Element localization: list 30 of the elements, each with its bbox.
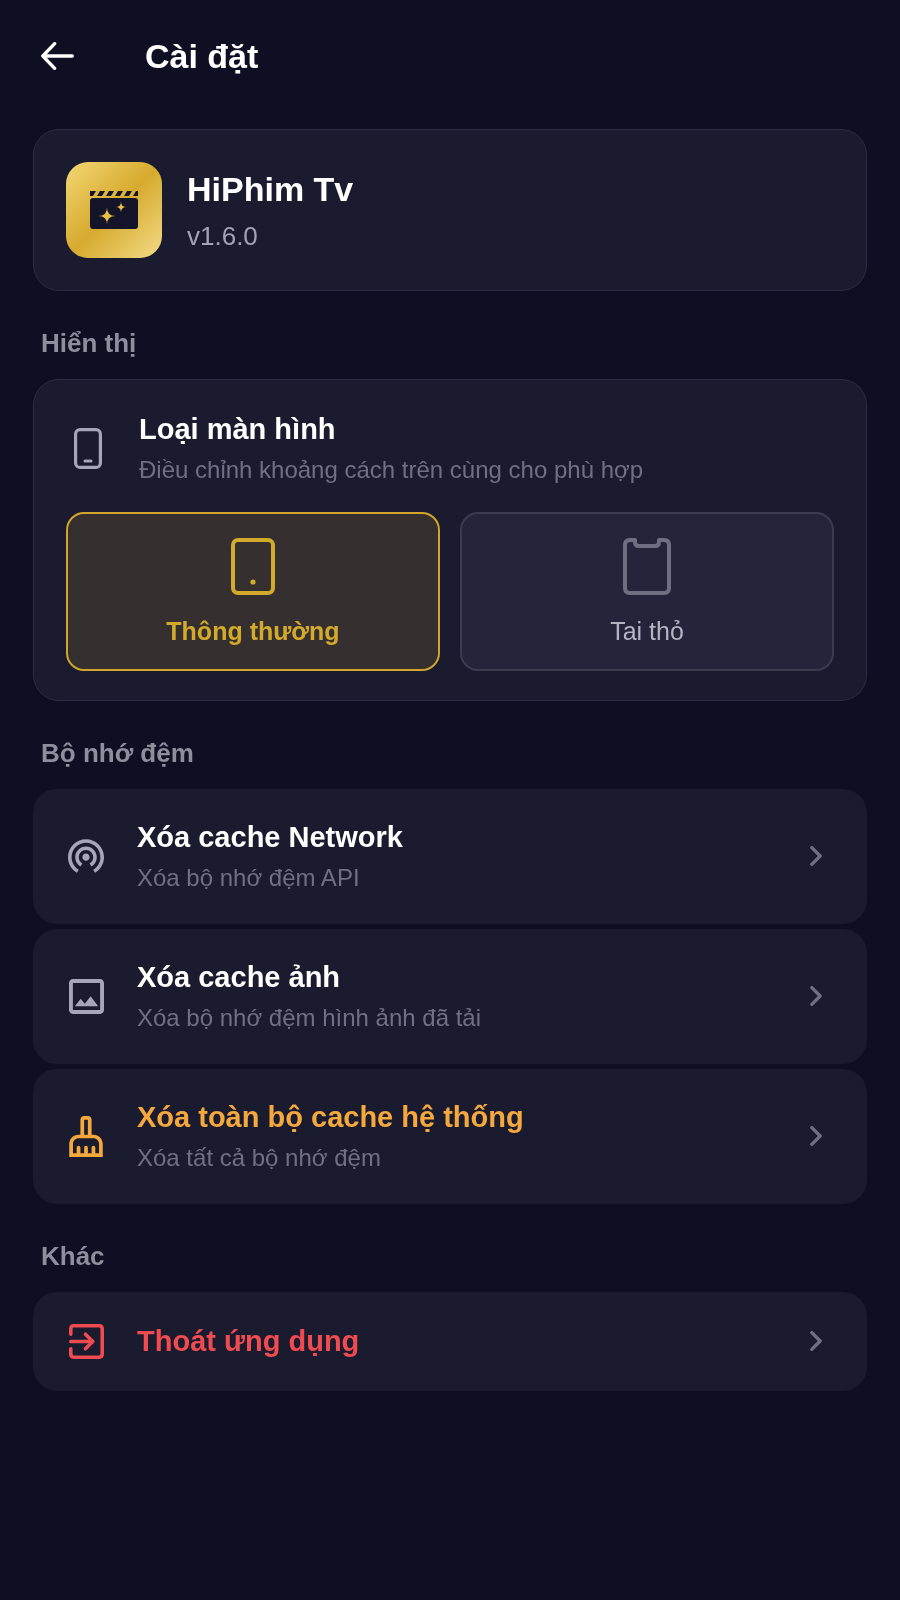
screen-type-option[interactable]: Thông thường — [66, 512, 440, 671]
setting-title: Loại màn hình — [139, 412, 336, 447]
row-subtitle: Xóa bộ nhớ đệm API — [137, 863, 360, 893]
phone-icon — [74, 427, 102, 469]
chevron-right-icon — [810, 1331, 822, 1351]
tablet-icon — [231, 538, 275, 595]
settings-row[interactable]: Xóa cache Network Xóa bộ nhớ đệm API — [33, 789, 867, 924]
row-title: Xóa cache ảnh — [137, 960, 341, 995]
settings-row[interactable]: Xóa toàn bộ cache hệ thống Xóa tất cả bộ nhớ đệm — [33, 1069, 867, 1204]
row-title: Xóa cache Network — [137, 820, 403, 855]
section-title: Bộ nhớ đệm — [41, 737, 194, 769]
screen-type-option[interactable]: Tai thỏ — [460, 512, 834, 671]
row-title: Thoát ứng dụng — [137, 1324, 360, 1359]
page-title: Cài đặt — [145, 36, 259, 76]
chevron-right-icon — [810, 986, 822, 1006]
app-name: HiPhim Tv — [187, 169, 354, 209]
settings-row[interactable]: Xóa cache ảnh Xóa bộ nhớ đệm hình ảnh đã tải — [33, 929, 867, 1064]
app-version: v1.6.0 — [187, 221, 258, 251]
back-arrow-icon[interactable] — [41, 42, 74, 70]
section-title: Hiển thị — [41, 327, 137, 359]
notched-phone-icon — [623, 538, 671, 595]
row-subtitle: Xóa bộ nhớ đệm hình ảnh đã tải — [137, 1003, 481, 1033]
clapperboard-icon — [66, 162, 162, 258]
setting-description: Điều chỉnh khoảng cách trên cùng cho phù hợp — [139, 455, 644, 485]
row-title: Xóa toàn bộ cache hệ thống — [137, 1100, 524, 1135]
chevron-right-icon — [810, 846, 822, 866]
settings-row[interactable]: Thoát ứng dụng — [33, 1292, 867, 1391]
row-subtitle: Xóa tất cả bộ nhớ đệm — [137, 1143, 381, 1173]
chevron-right-icon — [810, 1126, 822, 1146]
section-title: Khác — [41, 1240, 105, 1272]
